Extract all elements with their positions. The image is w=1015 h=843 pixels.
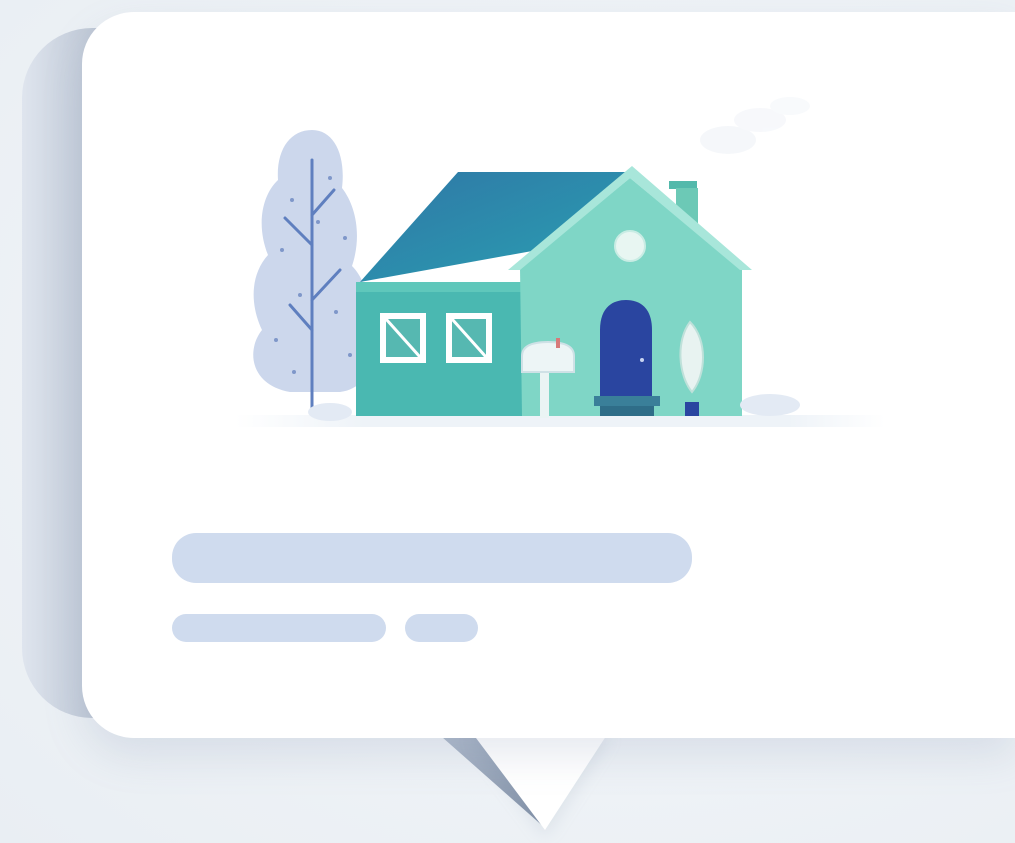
house-window-icon	[446, 313, 492, 363]
house-window-icon	[380, 313, 426, 363]
meta-placeholder-bar	[405, 614, 478, 642]
door-icon	[594, 300, 660, 416]
chimney-smoke-icon	[700, 97, 810, 154]
tree-icon	[253, 130, 371, 414]
subtitle-placeholder-bar	[172, 614, 386, 642]
house-illustration	[235, 97, 885, 427]
title-placeholder-bar	[172, 533, 692, 583]
